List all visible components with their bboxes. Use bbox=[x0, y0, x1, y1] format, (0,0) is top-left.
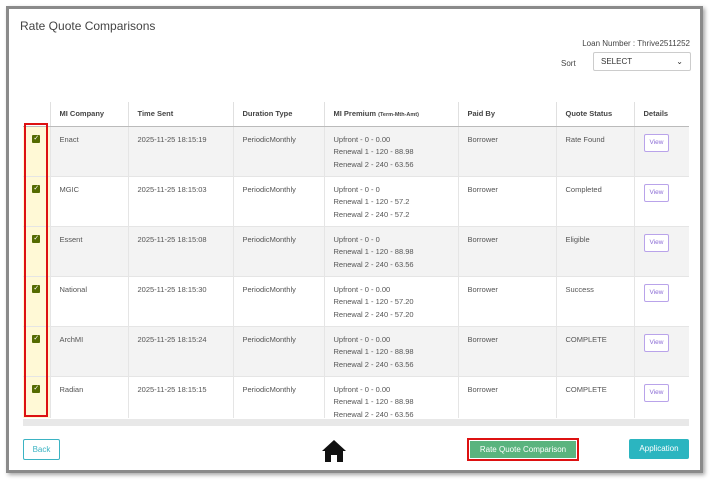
premium-cell: Upfront - 0 - 0.00 Renewal 1 - 120 - 88.9… bbox=[323, 326, 458, 377]
view-button[interactable]: View bbox=[643, 133, 670, 152]
column-header-details: Details bbox=[633, 102, 689, 127]
company-cell: Essent bbox=[49, 226, 128, 277]
checkbox-column-highlight bbox=[24, 123, 48, 417]
duration-type-cell: PeriodicMonthly bbox=[232, 176, 324, 227]
premium-renewal-1: Renewal 1 - 120 - 57.20 bbox=[333, 297, 414, 306]
sort-select-value: SELECT bbox=[601, 57, 633, 66]
chevron-down-icon: ⌄ bbox=[676, 57, 683, 66]
rate-quote-comparison-button[interactable]: Rate Quote Comparison bbox=[470, 441, 576, 458]
premium-renewal-2: Renewal 2 - 240 - 63.56 bbox=[333, 259, 414, 269]
premium-cell: Upfront - 0 - 0.00 Renewal 1 - 120 - 57.2… bbox=[323, 276, 458, 327]
details-cell: View bbox=[633, 326, 689, 377]
quotes-table-container: MI Company Time Sent Duration Type MI Pr… bbox=[23, 102, 689, 418]
premium-cell: Upfront - 0 - 0 Renewal 1 - 120 - 88.98 Re… bbox=[323, 226, 458, 277]
view-button[interactable]: View bbox=[643, 183, 670, 202]
table-row: ✓ Enact 2025-11-25 18:15:19 PeriodicMonthly… bbox=[23, 126, 689, 177]
premium-cell: Upfront - 0 - 0.00 Renewal 1 - 120 - 88.9… bbox=[323, 376, 458, 419]
details-cell: View bbox=[633, 126, 689, 177]
paid-by-cell: Borrower bbox=[457, 376, 556, 418]
table-row: ✓ Radian 2025-11-25 18:15:15 PeriodicMonthl… bbox=[23, 376, 689, 418]
quotes-table: MI Company Time Sent Duration Type MI Pr… bbox=[23, 102, 689, 418]
view-button[interactable]: View bbox=[643, 333, 670, 352]
column-header-company: MI Company bbox=[49, 102, 128, 127]
application-button[interactable]: Application bbox=[629, 439, 689, 459]
premium-renewal-1: Renewal 1 - 120 - 88.98 bbox=[333, 347, 414, 356]
table-row: ✓ Essent 2025-11-25 18:15:08 PeriodicMonthl… bbox=[23, 226, 689, 277]
premium-renewal-2: Renewal 2 - 240 - 63.56 bbox=[333, 159, 414, 169]
premium-renewal-1: Renewal 1 - 120 - 88.98 bbox=[333, 397, 414, 406]
page-title: Rate Quote Comparisons bbox=[20, 19, 156, 33]
time-sent-cell: 2025-11-25 18:15:30 bbox=[127, 276, 233, 327]
premium-upfront: Upfront - 0 - 0.00 bbox=[333, 334, 391, 344]
table-header-row: MI Company Time Sent Duration Type MI Pr… bbox=[23, 102, 689, 127]
premium-header-label: MI Premium bbox=[333, 109, 377, 119]
loan-number: Loan Number : Thrive2511252 bbox=[582, 39, 690, 48]
paid-by-cell: Borrower bbox=[457, 326, 556, 377]
time-sent-cell: 2025-11-25 18:15:24 bbox=[127, 326, 233, 377]
details-cell: View bbox=[633, 226, 689, 277]
details-cell: View bbox=[633, 176, 689, 227]
duration-type-cell: PeriodicMonthly bbox=[232, 276, 324, 327]
time-sent-cell: 2025-11-25 18:15:15 bbox=[127, 376, 233, 418]
table-row: ✓ National 2025-11-25 18:15:30 PeriodicMont… bbox=[23, 276, 689, 327]
time-sent-cell: 2025-11-25 18:15:08 bbox=[127, 226, 233, 277]
quote-status-cell: Completed bbox=[555, 176, 634, 227]
premium-upfront: Upfront - 0 - 0 bbox=[333, 234, 380, 244]
premium-renewal-2: Renewal 2 - 240 - 63.56 bbox=[333, 359, 414, 369]
view-button[interactable]: View bbox=[643, 233, 670, 252]
quote-status-cell: Eligible bbox=[555, 226, 634, 277]
view-button[interactable]: View bbox=[643, 383, 670, 402]
column-header-paid-by: Paid By bbox=[457, 102, 556, 127]
premium-renewal-1: Renewal 1 - 120 - 88.98 bbox=[333, 247, 414, 256]
back-button[interactable]: Back bbox=[23, 439, 60, 460]
rate-quote-panel: Rate Quote Comparisons Loan Number : Thr… bbox=[6, 6, 703, 473]
premium-renewal-1: Renewal 1 - 120 - 57.2 bbox=[333, 197, 410, 206]
premium-renewal-2: Renewal 2 - 240 - 63.56 bbox=[333, 409, 414, 419]
horizontal-scrollbar[interactable] bbox=[23, 419, 689, 426]
premium-renewal-1: Renewal 1 - 120 - 88.98 bbox=[333, 147, 414, 156]
paid-by-cell: Borrower bbox=[457, 276, 556, 327]
details-cell: View bbox=[633, 276, 689, 327]
sort-label: Sort bbox=[561, 59, 576, 68]
paid-by-cell: Borrower bbox=[457, 176, 556, 227]
company-cell: MGIC bbox=[49, 176, 128, 227]
table-row: ✓ ArchMI 2025-11-25 18:15:24 PeriodicMonthl… bbox=[23, 326, 689, 377]
quote-status-cell: Success bbox=[555, 276, 634, 327]
premium-upfront: Upfront - 0 - 0.00 bbox=[333, 134, 391, 144]
company-cell: ArchMI bbox=[49, 326, 128, 377]
details-cell: View bbox=[633, 376, 689, 418]
paid-by-cell: Borrower bbox=[457, 126, 556, 177]
premium-upfront: Upfront - 0 - 0.00 bbox=[333, 384, 391, 394]
view-button[interactable]: View bbox=[643, 283, 670, 302]
premium-renewal-2: Renewal 2 - 240 - 57.2 bbox=[333, 209, 410, 219]
company-cell: Radian bbox=[49, 376, 128, 418]
premium-cell: Upfront - 0 - 0 Renewal 1 - 120 - 57.2 Ren… bbox=[323, 176, 458, 227]
time-sent-cell: 2025-11-25 18:15:03 bbox=[127, 176, 233, 227]
premium-header-sub: (Term-Mth-Amt) bbox=[378, 112, 419, 119]
premium-upfront: Upfront - 0 - 0 bbox=[333, 184, 380, 194]
column-header-duration: Duration Type bbox=[232, 102, 324, 127]
home-icon[interactable] bbox=[321, 439, 347, 463]
table-row: ✓ MGIC 2025-11-25 18:15:03 PeriodicMonthly U… bbox=[23, 176, 689, 227]
premium-renewal-2: Renewal 2 - 240 - 57.20 bbox=[333, 309, 414, 319]
company-cell: National bbox=[49, 276, 128, 327]
premium-cell: Upfront - 0 - 0.00 Renewal 1 - 120 - 88.9… bbox=[323, 126, 458, 177]
company-cell: Enact bbox=[49, 126, 128, 177]
quote-status-cell: COMPLETE bbox=[555, 376, 634, 418]
sort-select[interactable]: SELECT ⌄ bbox=[593, 52, 691, 71]
column-header-premium: MI Premium (Term-Mth-Amt) bbox=[323, 102, 458, 127]
time-sent-cell: 2025-11-25 18:15:19 bbox=[127, 126, 233, 177]
paid-by-cell: Borrower bbox=[457, 226, 556, 277]
quote-status-cell: COMPLETE bbox=[555, 326, 634, 377]
duration-type-cell: PeriodicMonthly bbox=[232, 226, 324, 277]
duration-type-cell: PeriodicMonthly bbox=[232, 376, 324, 418]
duration-type-cell: PeriodicMonthly bbox=[232, 326, 324, 377]
premium-upfront: Upfront - 0 - 0.00 bbox=[333, 284, 391, 294]
quote-status-cell: Rate Found bbox=[555, 126, 634, 177]
duration-type-cell: PeriodicMonthly bbox=[232, 126, 324, 177]
column-header-time: Time Sent bbox=[127, 102, 233, 127]
column-header-status: Quote Status bbox=[555, 102, 634, 127]
